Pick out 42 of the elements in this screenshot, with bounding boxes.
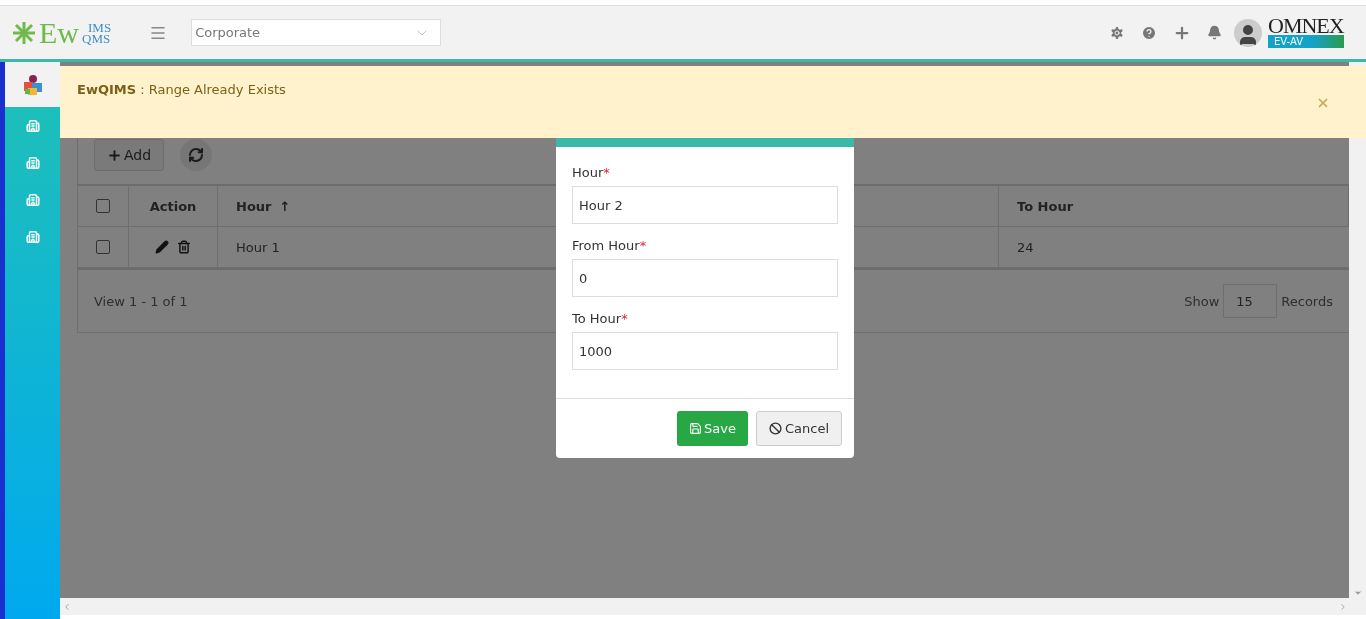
input-field[interactable]: 1000 (572, 332, 838, 370)
building-icon[interactable] (25, 118, 40, 133)
page-size-field[interactable]: 15 (1223, 284, 1278, 318)
cancel-button[interactable]: Cancel (755, 411, 842, 446)
plus-icon (107, 147, 122, 163)
refresh-button[interactable] (180, 139, 213, 171)
column-label: Hour (236, 198, 272, 214)
horizontal-scrollbar[interactable] (60, 598, 1366, 615)
ban-icon (768, 422, 782, 435)
user-avatar[interactable] (1234, 18, 1262, 47)
save-button[interactable]: Save (677, 411, 748, 446)
save-icon (689, 422, 703, 435)
column-label: To Hour (1017, 198, 1074, 214)
show-label: Show (1184, 293, 1220, 309)
building-icon[interactable] (25, 229, 40, 244)
checkbox[interactable] (96, 240, 110, 254)
input-field[interactable]: Hour 2 (572, 186, 838, 224)
column-header[interactable]: To Hour (999, 186, 1349, 227)
input-field[interactable]: 0 (572, 259, 838, 297)
trash-icon[interactable] (177, 240, 191, 254)
add-button[interactable]: Add (94, 139, 165, 171)
edit-icon[interactable] (155, 240, 169, 254)
settings-icon[interactable] (1109, 24, 1125, 41)
building-icon[interactable] (25, 155, 40, 170)
building-icon[interactable] (25, 192, 40, 207)
refresh-icon (188, 147, 205, 163)
field-label: To Hour* (572, 311, 629, 326)
records-label: Records (1281, 293, 1333, 309)
column-header: Action (129, 186, 218, 227)
bell-icon[interactable] (1207, 25, 1222, 40)
scroll-left-icon[interactable] (62, 601, 72, 612)
omnex-logo: OMNEX EV-AV (1268, 17, 1344, 48)
field-label: Hour* (572, 165, 611, 180)
scroll-right-icon[interactable] (1338, 601, 1348, 612)
alert-message: EwQIMS : Range Already Exists (77, 82, 286, 97)
view-count: View 1 - 1 of 1 (94, 293, 188, 309)
sort-arrow[interactable]: ↑ (279, 198, 291, 214)
checkbox[interactable] (96, 199, 110, 213)
scroll-down-icon[interactable] (1352, 588, 1363, 598)
close-button[interactable] (1316, 96, 1330, 110)
site-select[interactable]: Corporate (191, 19, 442, 46)
help-icon[interactable] (1141, 24, 1157, 41)
